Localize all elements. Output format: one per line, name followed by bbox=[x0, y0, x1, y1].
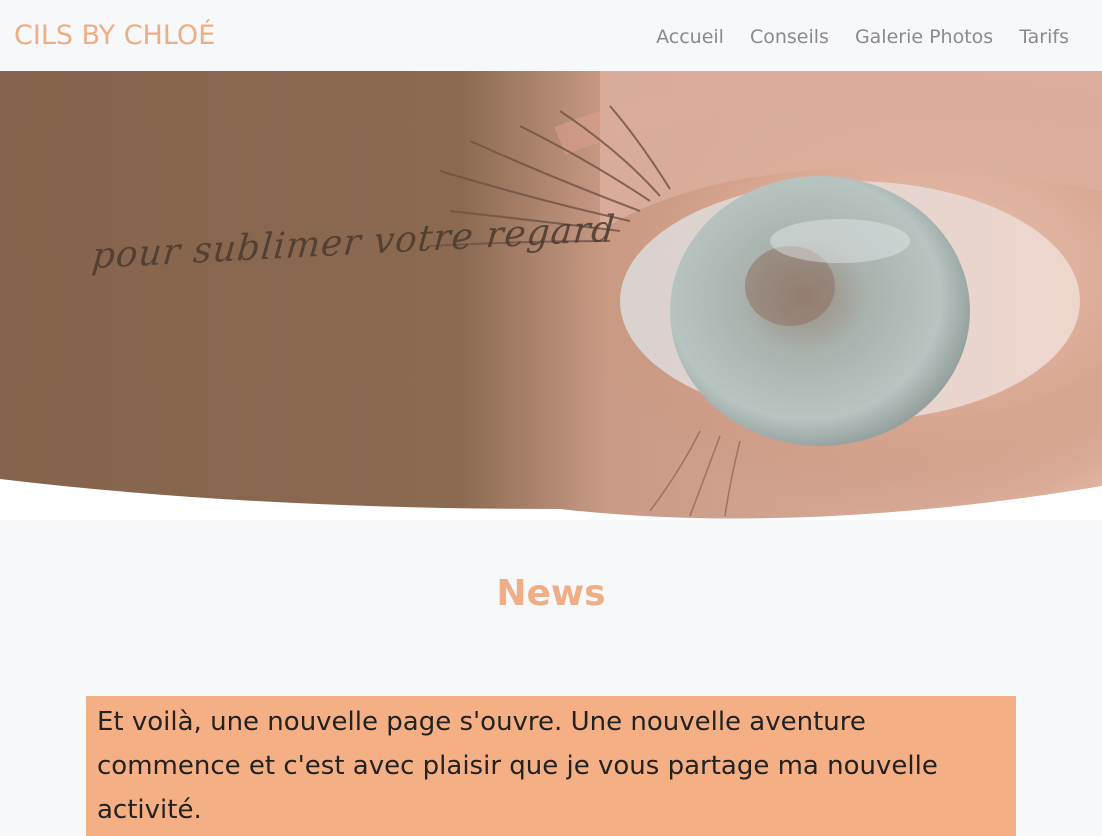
brand-logo-link[interactable]: CILS BY CHLOÉ bbox=[14, 19, 215, 53]
nav-link-accueil[interactable]: Accueil bbox=[656, 25, 724, 49]
news-heading: News bbox=[496, 573, 606, 614]
nav-link-conseils[interactable]: Conseils bbox=[750, 25, 829, 49]
news-text: Et voilà, une nouvelle page s'ouvre. Une… bbox=[97, 707, 938, 825]
navbar: CILS BY CHLOÉ Accueil Conseils Galerie P… bbox=[0, 0, 1102, 71]
hero-eye-image bbox=[0, 71, 1102, 519]
nav-link-galerie-photos[interactable]: Galerie Photos bbox=[855, 25, 993, 49]
nav-link-tarifs[interactable]: Tarifs bbox=[1019, 25, 1069, 49]
news-card: Et voilà, une nouvelle page s'ouvre. Une… bbox=[86, 696, 1016, 836]
hero-banner: pour sublimer votre regard bbox=[0, 71, 1102, 520]
nav-links: Accueil Conseils Galerie Photos Tarifs bbox=[656, 25, 1069, 49]
